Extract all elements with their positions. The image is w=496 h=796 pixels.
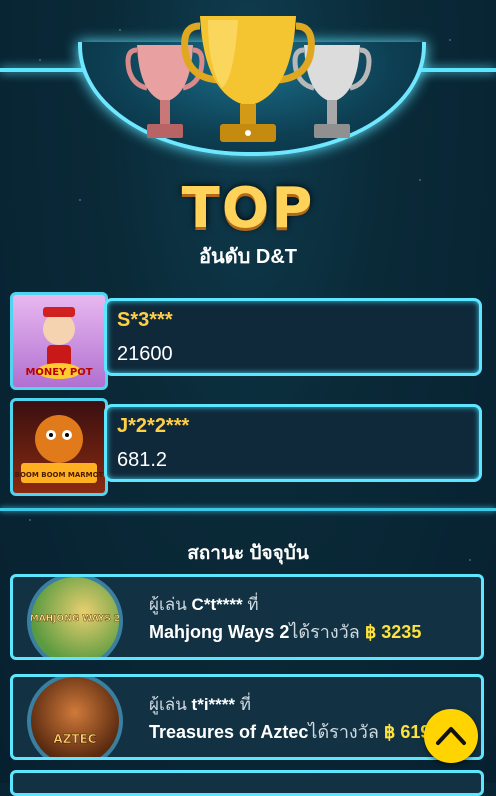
feed-game-name: Treasures of Aztec: [149, 722, 309, 742]
rank-card[interactable]: MONEY POT S*3*** 21600: [10, 292, 482, 390]
rank-player-score: 21600: [117, 343, 173, 365]
chevron-up-icon: [436, 727, 466, 745]
feed-player-line: ผู้เล่น C*t**** ที่: [149, 591, 259, 618]
feed-prefix: ผู้เล่น: [149, 595, 187, 614]
feed-result-line: Mahjong Ways 2ได้รางวัล ฿ 3235: [149, 617, 421, 646]
feed-won-label: ได้รางวัล: [289, 622, 360, 642]
mahjong-logo-text: MAHJONG WAYS 2: [31, 614, 119, 624]
rank-player-score: 681.2: [117, 449, 168, 471]
rank-info-box: J*2*2*** 681.2: [104, 404, 482, 482]
feed-won-label: ได้รางวัล: [308, 722, 379, 742]
feed-player-name: C*t****: [191, 595, 243, 614]
feed-at: ที่: [247, 595, 259, 614]
page-title: TOP: [181, 176, 315, 241]
feed-item[interactable]: MAHJONG WAYS 2 ผู้เล่น C*t**** ที่ Mahjo…: [10, 574, 484, 660]
feed-item-partial: [10, 770, 484, 796]
scroll-to-top-button[interactable]: [424, 709, 478, 763]
page-subtitle: อันดับ D&T: [198, 246, 298, 268]
aztec-logo-text: AZTEC: [53, 732, 96, 746]
money-pot-icon: MONEY POT: [10, 292, 108, 390]
feed-player-name: t*i****: [191, 695, 236, 714]
feed-result-line: Treasures of Aztecได้รางวัล ฿ 619: [149, 717, 430, 746]
rank-info-box: S*3*** 21600: [104, 298, 482, 376]
feed-game-name: Mahjong Ways 2: [149, 622, 290, 642]
mahjong-ways-icon: MAHJONG WAYS 2: [27, 577, 123, 657]
aztec-icon: AZTEC: [27, 677, 123, 757]
gold-trophy-icon: [181, 16, 315, 142]
feed-prefix: ผู้เล่น: [149, 695, 187, 714]
rank-card[interactable]: BOOM BOOM MARMOT J*2*2*** 681.2: [10, 398, 482, 496]
rank-player-name: S*3***: [117, 309, 173, 331]
marmot-logo-text: BOOM BOOM MARMOT: [15, 471, 104, 479]
feed-at: ที่: [239, 695, 251, 714]
marmot-icon: BOOM BOOM MARMOT: [10, 398, 108, 496]
feed-player-line: ผู้เล่น t*i**** ที่: [149, 691, 251, 718]
section-divider: [0, 508, 496, 511]
rank-player-name: J*2*2***: [117, 415, 190, 437]
money-pot-logo-text: MONEY POT: [25, 367, 92, 378]
feed-item[interactable]: AZTEC ผู้เล่น t*i**** ที่ Treasures of A…: [10, 674, 484, 760]
feed-amount: ฿ 3235: [364, 622, 422, 642]
status-section-title: สถานะ ปัจจุบัน: [187, 543, 309, 564]
